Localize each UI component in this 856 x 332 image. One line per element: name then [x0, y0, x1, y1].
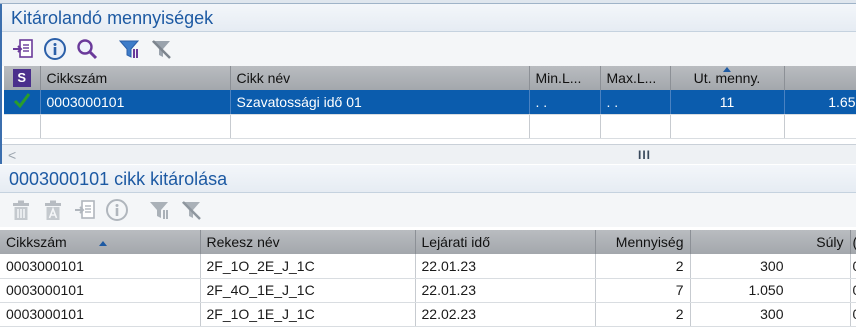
column-header-cikkszam[interactable]: Cikkszám: [40, 66, 231, 90]
empty-row: [4, 114, 856, 139]
column-header-rekesz-nev[interactable]: Rekesz név: [200, 230, 416, 254]
cell-extra: 0: [850, 302, 856, 327]
toolbar-bottom: [0, 193, 856, 227]
trash-icon: [13, 200, 29, 220]
delete-all-button[interactable]: [38, 195, 68, 225]
table-row[interactable]: 0003000101 Szavatossági idő 01 . . . . 1…: [4, 90, 856, 115]
panel-title: 0003000101 cikk kitárolása: [0, 165, 856, 193]
cell-mennyiseg: 7: [595, 278, 691, 303]
import-button[interactable]: [8, 34, 38, 64]
filter-button[interactable]: [144, 195, 174, 225]
cell-suly: 300: [690, 302, 851, 327]
cell-extra: 0: [850, 254, 856, 279]
column-header-mennyiseg[interactable]: Mennyiség: [595, 230, 691, 254]
toolbar-top: [2, 32, 856, 66]
delete-button[interactable]: [6, 195, 36, 225]
clear-filter-icon: [152, 40, 171, 59]
filter-icon: [150, 202, 168, 219]
panel-cikk-kitarolasa: 0003000101 cikk kitárolása Cikkszám Reke…: [0, 165, 856, 332]
checkmark-icon: [13, 93, 30, 109]
cell-mennyiseg: 2: [595, 302, 691, 327]
table-row[interactable]: 0003000101 2F_1O_1E_J_1C 22.02.23 2 300 …: [0, 302, 856, 327]
cell-mennyiseg: 2: [595, 254, 691, 279]
filter-icon: [118, 40, 140, 58]
trash-all-icon: [45, 200, 61, 220]
panel-title: Kitárolandó mennyiségek: [2, 4, 856, 32]
scroll-grip-icon[interactable]: III: [638, 148, 651, 162]
s-badge: S: [12, 69, 31, 87]
cell-rekesz: 2F_4O_1E_J_1C: [200, 278, 416, 303]
cell-extra: 0: [850, 278, 856, 303]
table-row[interactable]: 0003000101 2F_1O_2E_J_1C 22.01.23 2 300 …: [0, 254, 856, 279]
column-header-label: Cikkszám: [6, 234, 67, 250]
cell-extra: 1.65: [784, 90, 856, 115]
import-button[interactable]: [70, 195, 100, 225]
sort-indicator-icon: [723, 67, 731, 72]
cell-rekesz: 2F_1O_1E_J_1C: [200, 302, 416, 327]
horizontal-scrollbar[interactable]: < III: [2, 144, 856, 164]
clear-filter-button[interactable]: [176, 195, 206, 225]
column-header-suly[interactable]: Súly: [690, 230, 851, 254]
status-cell: [4, 90, 41, 115]
panel-kitarolando: Kitárolandó mennyiségek S Cikkszám Cikk …: [0, 4, 856, 164]
column-header-label: Ut. menny.: [693, 70, 761, 86]
cell-ut-menny: 11: [670, 90, 785, 115]
search-button[interactable]: [72, 34, 102, 64]
magnifier-icon: [77, 39, 98, 60]
column-header-cikkszam[interactable]: Cikkszám: [0, 230, 201, 254]
cell-cikk-nev: Szavatossági idő 01: [230, 90, 530, 115]
cell-lejarat: 22.02.23: [415, 302, 596, 327]
s-column-header[interactable]: S: [4, 66, 41, 90]
cell-max: . .: [600, 90, 671, 115]
table-kitarolas: Cikkszám Rekesz név Lejárati idő Mennyis…: [0, 230, 856, 327]
info-icon: [44, 38, 66, 60]
cell-lejarat: 22.01.23: [415, 278, 596, 303]
column-header-min[interactable]: Min.L...: [529, 66, 601, 90]
column-header-ut-menny[interactable]: Ut. menny.: [670, 66, 785, 90]
cell-cikkszam: 0003000101: [40, 90, 231, 115]
column-header-cikk-nev[interactable]: Cikk név: [230, 66, 530, 90]
table-kitarolando: S Cikkszám Cikk név Min.L... Max.L... Ut…: [4, 66, 856, 139]
cell-cikkszam: 0003000101: [0, 254, 201, 279]
cell-cikkszam: 0003000101: [0, 278, 201, 303]
cell-rekesz: 2F_1O_2E_J_1C: [200, 254, 416, 279]
table-row[interactable]: 0003000101 2F_4O_1E_J_1C 22.01.23 7 1.05…: [0, 278, 856, 303]
info-icon: [106, 199, 128, 221]
column-header-max[interactable]: Max.L...: [600, 66, 671, 90]
cell-lejarat: 22.01.23: [415, 254, 596, 279]
cell-suly: 300: [690, 254, 851, 279]
cell-cikkszam: 0003000101: [0, 302, 201, 327]
scroll-left-icon[interactable]: <: [8, 147, 16, 163]
clear-filter-icon: [182, 201, 201, 220]
cell-suly: 1.050: [690, 278, 851, 303]
sort-ascending-icon: [98, 240, 107, 246]
clear-filter-button[interactable]: [146, 34, 176, 64]
filter-button[interactable]: [114, 34, 144, 64]
cell-min: . .: [529, 90, 601, 115]
column-header-extra[interactable]: [784, 66, 856, 90]
column-header-lejarati-ido[interactable]: Lejárati idő: [415, 230, 596, 254]
import-document-icon: [13, 39, 33, 58]
info-button[interactable]: [40, 34, 70, 64]
import-document-icon: [75, 200, 95, 219]
column-header-extra[interactable]: (: [850, 230, 856, 254]
info-button[interactable]: [102, 195, 132, 225]
